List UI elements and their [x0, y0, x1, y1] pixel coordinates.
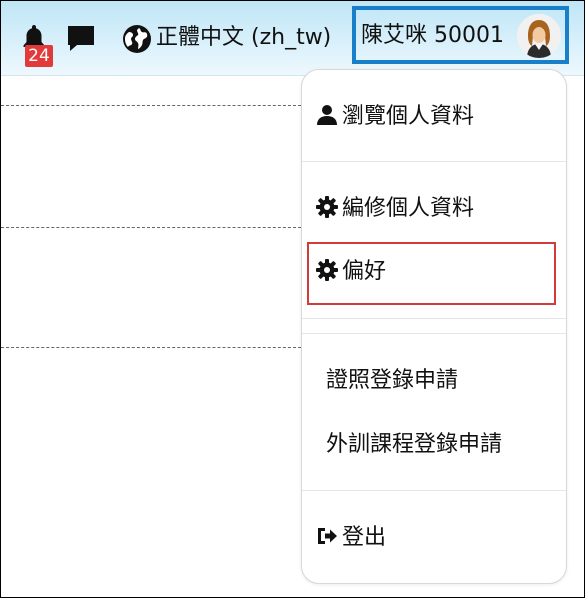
chat-icon: [68, 26, 94, 51]
content-divider: [1, 227, 301, 228]
menu-item-label: 證照登錄申請: [326, 368, 459, 393]
sign-out-icon: [318, 528, 337, 544]
user-name: 陳艾咪 50001: [361, 23, 504, 48]
menu-item-preferences[interactable]: 偏好: [316, 257, 386, 287]
menu-item-label: 編修個人資料: [342, 196, 475, 221]
menu-item-license-application[interactable]: 證照登錄申請: [326, 366, 458, 396]
menu-item-edit-profile[interactable]: 編修個人資料: [316, 194, 474, 224]
gear-icon: [316, 196, 338, 218]
language-selector[interactable]: 正體中文 (zh_tw): [156, 22, 331, 54]
top-navbar: 24 正體中文 (zh_tw) 陳艾咪 50001: [1, 1, 584, 76]
content-divider: [1, 347, 301, 348]
globe-icon: [123, 25, 151, 53]
menu-divider: [302, 490, 566, 491]
language-globe-button[interactable]: [121, 23, 153, 55]
menu-item-label: 外訓課程登錄申請: [326, 432, 503, 457]
user-dropdown-menu: 瀏覽個人資料 編修個人資料 偏好 證照登錄申請 外訓課程登錄申請 登出: [301, 69, 567, 584]
menu-divider: [302, 333, 566, 334]
page-frame: 24 正體中文 (zh_tw) 陳艾咪 50001 瀏覽個人資料 編修個人資料 …: [0, 0, 585, 598]
menu-item-label: 偏好: [342, 259, 387, 284]
menu-divider: [302, 318, 566, 319]
avatar: [517, 14, 561, 58]
menu-divider: [302, 161, 566, 162]
gear-icon: [316, 259, 338, 281]
menu-item-label: 瀏覽個人資料: [342, 104, 475, 129]
menu-item-external-course-application[interactable]: 外訓課程登錄申請: [326, 430, 502, 460]
menu-item-view-profile[interactable]: 瀏覽個人資料: [316, 102, 474, 132]
messages-button[interactable]: [65, 23, 97, 55]
menu-item-label: 登出: [342, 525, 387, 550]
user-menu-toggle[interactable]: 陳艾咪 50001: [352, 6, 569, 64]
content-divider: [1, 105, 301, 106]
notification-count-badge: 24: [25, 45, 53, 67]
menu-item-logout[interactable]: 登出: [316, 523, 386, 553]
user-icon: [317, 105, 337, 125]
